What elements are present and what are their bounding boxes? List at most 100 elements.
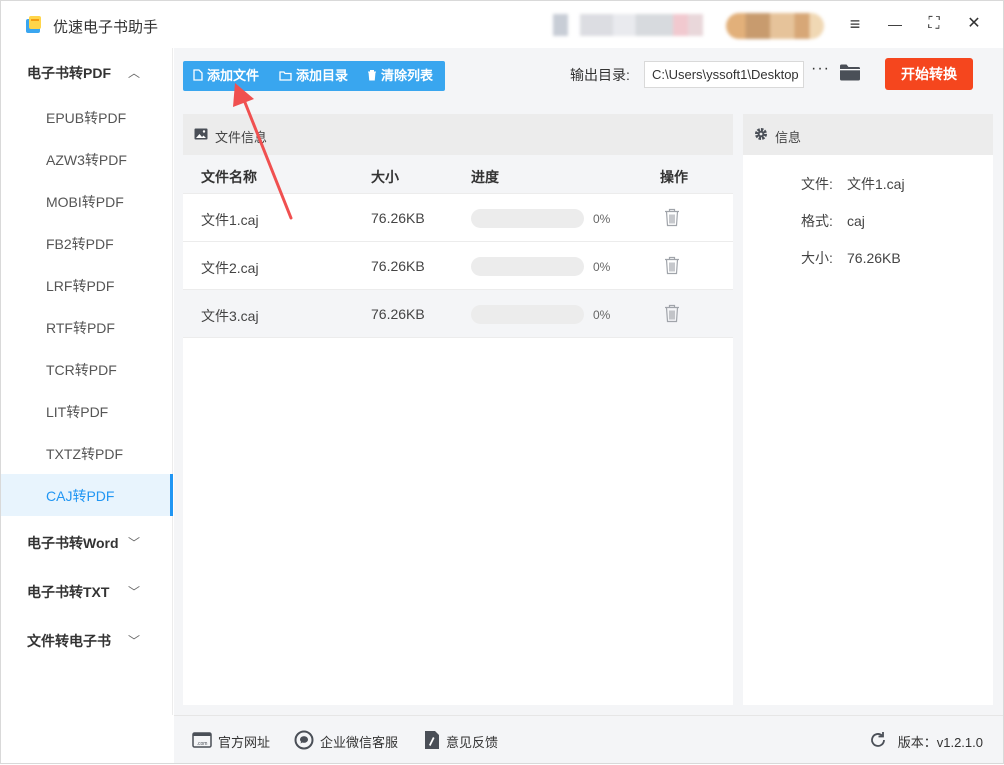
- start-convert-button[interactable]: 开始转换: [885, 58, 973, 90]
- file-icon: [193, 69, 203, 81]
- file-name: 文件2.caj: [201, 260, 259, 276]
- file-panel-header: 文件信息: [183, 114, 733, 155]
- website-link[interactable]: 官方网址: [218, 732, 270, 751]
- blurred-user-avatar[interactable]: [726, 13, 824, 39]
- sidebar-item-fb2[interactable]: FB2转PDF: [1, 222, 173, 264]
- file-name: 文件1.caj: [201, 212, 259, 228]
- image-icon: [194, 128, 208, 140]
- sidebar-item-caj[interactable]: CAJ转PDF: [1, 474, 173, 516]
- app-logo-icon: [26, 16, 41, 33]
- sidebar-item-azw3[interactable]: AZW3转PDF: [1, 138, 173, 180]
- file-size: 76.26KB: [371, 258, 425, 274]
- file-panel-title: 文件信息: [215, 130, 268, 145]
- gear-icon: [755, 128, 767, 140]
- sidebar-item-label: TXTZ转PDF: [46, 446, 123, 462]
- sidebar-item-label: LRF转PDF: [46, 278, 115, 294]
- sidebar-group-label: 电子书转TXT: [27, 584, 110, 600]
- sidebar-item-lrf[interactable]: LRF转PDF: [1, 264, 173, 306]
- sidebar-item-label: AZW3转PDF: [46, 152, 127, 168]
- progress-text: 0%: [593, 308, 611, 322]
- file-size: 76.26KB: [371, 306, 425, 322]
- sidebar-group-word[interactable]: 电子书转Word ﹀: [1, 518, 173, 566]
- sidebar-item-rtf[interactable]: RTF转PDF: [1, 306, 173, 348]
- table-header: 文件名称 大小 进度 操作: [183, 155, 733, 194]
- sidebar-group-ebook[interactable]: 文件转电子书 ﹀: [1, 616, 173, 664]
- sidebar-item-txtz[interactable]: TXTZ转PDF: [1, 432, 173, 474]
- menu-button[interactable]: ≡: [844, 13, 866, 35]
- trash-icon[interactable]: [664, 208, 680, 227]
- column-header-name: 文件名称: [201, 169, 257, 185]
- sidebar-item-tcr[interactable]: TCR转PDF: [1, 348, 173, 390]
- info-size-key: 大小:: [801, 250, 833, 266]
- sidebar-group-pdf[interactable]: 电子书转PDF ︿: [1, 48, 173, 96]
- maximize-button[interactable]: ⛶: [923, 13, 945, 35]
- title-bar: 优速电子书助手 ≡ — ⛶ ✕: [1, 1, 1003, 48]
- sidebar-item-label: FB2转PDF: [46, 236, 114, 252]
- chevron-down-icon: ﹀: [128, 536, 141, 550]
- clear-list-button[interactable]: 清除列表: [367, 61, 433, 91]
- add-folder-button[interactable]: 添加目录: [279, 61, 348, 91]
- info-file-key: 文件:: [801, 176, 833, 192]
- sidebar-item-label: LIT转PDF: [46, 404, 109, 420]
- info-format-key: 格式:: [801, 213, 833, 229]
- browse-more-button[interactable]: ···: [811, 60, 830, 78]
- trash-icon: [368, 70, 376, 81]
- info-panel-title: 信息: [775, 130, 802, 145]
- info-size-value: 76.26KB: [847, 250, 901, 266]
- sidebar-item-mobi[interactable]: MOBI转PDF: [1, 180, 173, 222]
- sidebar-item-label: TCR转PDF: [46, 362, 117, 378]
- sidebar-item-epub[interactable]: EPUB转PDF: [1, 96, 173, 138]
- sidebar-item-lit[interactable]: LIT转PDF: [1, 390, 173, 432]
- table-row[interactable]: 文件2.caj 76.26KB 0%: [183, 242, 733, 290]
- sidebar-item-label: RTF转PDF: [46, 320, 115, 336]
- sidebar-item-label: EPUB转PDF: [46, 110, 127, 126]
- info-format-value: caj: [847, 213, 865, 229]
- main-area: 添加文件 添加目录 清除列表 输出目录: C:\Users\yssoft1\De…: [174, 48, 1003, 715]
- add-file-label: 添加文件: [207, 68, 260, 83]
- chat-icon: [294, 730, 314, 750]
- column-header-action: 操作: [660, 169, 688, 185]
- sidebar-item-label: MOBI转PDF: [46, 194, 124, 210]
- info-format-row: 格式: caj: [801, 211, 865, 231]
- footer: .com 官方网址 企业微信客服 意见反馈 版本：v1.2.1.0: [174, 715, 1003, 763]
- file-size: 76.26KB: [371, 210, 425, 226]
- svg-text:.com: .com: [197, 741, 208, 747]
- table-row[interactable]: 文件3.caj 76.26KB 0%: [183, 290, 733, 338]
- progress-bar: [471, 305, 584, 324]
- trash-icon[interactable]: [664, 256, 680, 275]
- table-row[interactable]: 文件1.caj 76.26KB 0%: [183, 194, 733, 242]
- refresh-icon: [871, 732, 885, 747]
- info-panel-header: 信息: [743, 114, 993, 155]
- sidebar-group-label: 电子书转PDF: [27, 65, 111, 81]
- info-file-value: 文件1.caj: [847, 176, 905, 192]
- trash-icon[interactable]: [664, 304, 680, 323]
- minimize-button[interactable]: —: [884, 13, 906, 35]
- chevron-up-icon: ︿: [128, 66, 141, 80]
- sidebar-group-label: 电子书转Word: [27, 535, 119, 551]
- sidebar-group-label: 文件转电子书: [27, 633, 111, 649]
- sidebar-item-label: CAJ转PDF: [46, 488, 115, 504]
- clear-list-label: 清除列表: [381, 68, 434, 83]
- feedback-link[interactable]: 意见反馈: [446, 732, 498, 751]
- column-header-progress: 进度: [471, 169, 499, 185]
- file-toolbar: 添加文件 添加目录 清除列表: [183, 61, 445, 91]
- progress-text: 0%: [593, 260, 611, 274]
- column-header-size: 大小: [371, 169, 399, 185]
- file-list-panel: 文件信息 文件名称 大小 进度 操作 文件1.caj 76.26KB 0% 文件…: [183, 114, 733, 705]
- output-dir-label: 输出目录:: [570, 67, 630, 83]
- info-file-row: 文件: 文件1.caj: [801, 174, 905, 194]
- app-window: 优速电子书助手 ≡ — ⛶ ✕ 电子书转PDF ︿ EPUB转PDF AZW3转…: [0, 0, 1004, 764]
- add-file-button[interactable]: 添加文件: [193, 61, 259, 91]
- add-folder-label: 添加目录: [296, 68, 349, 83]
- file-name: 文件3.caj: [201, 308, 259, 324]
- output-dir-field[interactable]: C:\Users\yssoft1\Desktop: [644, 61, 804, 88]
- info-size-row: 大小: 76.26KB: [801, 248, 901, 268]
- feedback-icon: [425, 731, 439, 749]
- progress-text: 0%: [593, 212, 611, 226]
- wechat-support-link[interactable]: 企业微信客服: [320, 732, 398, 751]
- sidebar-group-txt[interactable]: 电子书转TXT ﹀: [1, 567, 173, 615]
- folder-icon: [279, 71, 292, 81]
- close-button[interactable]: ✕: [963, 13, 985, 35]
- folder-icon[interactable]: [840, 64, 860, 81]
- version-label: 版本：v1.2.1.0: [897, 735, 983, 750]
